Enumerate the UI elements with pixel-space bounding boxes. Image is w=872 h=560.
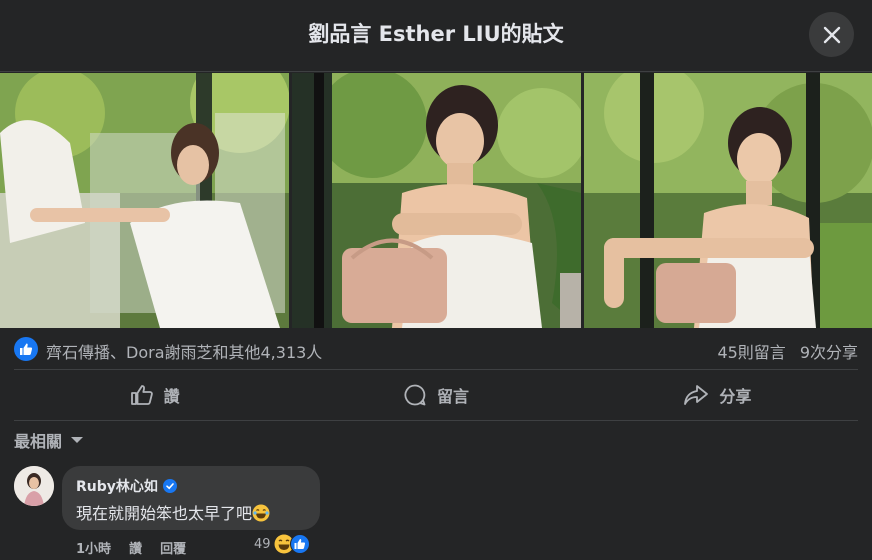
comment-icon <box>404 384 426 406</box>
like-button[interactable]: 讚 <box>14 371 295 419</box>
divider-top <box>14 369 858 370</box>
close-icon <box>823 26 840 43</box>
comment-text-content: 現在就開始笨也太早了吧 <box>76 504 253 523</box>
share-count[interactable]: 9次分享 <box>800 343 858 362</box>
share-button-label: 分享 <box>719 387 752 406</box>
comment-author-name: Ruby林心如 <box>76 479 158 495</box>
comment-text: 現在就開始笨也太早了吧 <box>76 500 306 524</box>
verified-icon <box>162 479 177 493</box>
comment-reply-link[interactable]: 回覆 <box>160 538 186 557</box>
divider-bottom <box>14 420 858 421</box>
comment-time[interactable]: 1小時 <box>76 538 111 557</box>
comment-reaction-count: 49 <box>254 536 271 552</box>
comment-sort-dropdown[interactable]: 最相關 <box>14 428 84 452</box>
share-icon <box>684 385 709 405</box>
post-dialog-header: 劉品言 Esther LIU的貼文 <box>0 0 872 72</box>
comment-count[interactable]: 45則留言 <box>717 343 785 362</box>
share-button[interactable]: 分享 <box>577 371 858 419</box>
comment-meta: 1小時 讚 回覆 <box>76 538 204 557</box>
likers-text[interactable]: 齊石傳播、Dora謝雨芝和其他4,313人 <box>46 339 322 363</box>
sort-label: 最相關 <box>14 432 63 451</box>
post-photo-2[interactable] <box>292 73 581 328</box>
engagement-counts: 45則留言 9次分享 <box>703 339 858 363</box>
dialog-title: 劉品言 Esther LIU的貼文 <box>308 22 564 46</box>
like-reaction-icon <box>289 534 310 554</box>
comment-bubble: Ruby林心如 現在就開始笨也太早了吧 <box>62 466 320 530</box>
post-photo-3[interactable] <box>584 73 872 328</box>
like-reaction-badge[interactable] <box>14 337 38 361</box>
laughing-emoji-icon <box>252 504 270 522</box>
comment-reactions[interactable]: 49 <box>254 534 310 554</box>
comment-button[interactable]: 留言 <box>295 371 576 419</box>
chevron-down-icon <box>71 437 84 443</box>
close-button[interactable] <box>809 12 854 57</box>
post-stats: 齊石傳播、Dora謝雨芝和其他4,313人 45則留言 9次分享 <box>14 337 858 363</box>
post-photo-1[interactable] <box>0 73 289 328</box>
comment-author[interactable]: Ruby林心如 <box>76 476 306 496</box>
avatar[interactable] <box>14 466 54 506</box>
photo-gallery <box>0 73 872 328</box>
like-button-label: 讚 <box>163 387 180 406</box>
comment-button-label: 留言 <box>436 387 469 406</box>
thumbs-up-icon <box>130 385 153 405</box>
post-actions: 讚 留言 分享 <box>14 371 858 419</box>
like-icon <box>20 343 33 355</box>
comment-like-link[interactable]: 讚 <box>129 538 142 557</box>
